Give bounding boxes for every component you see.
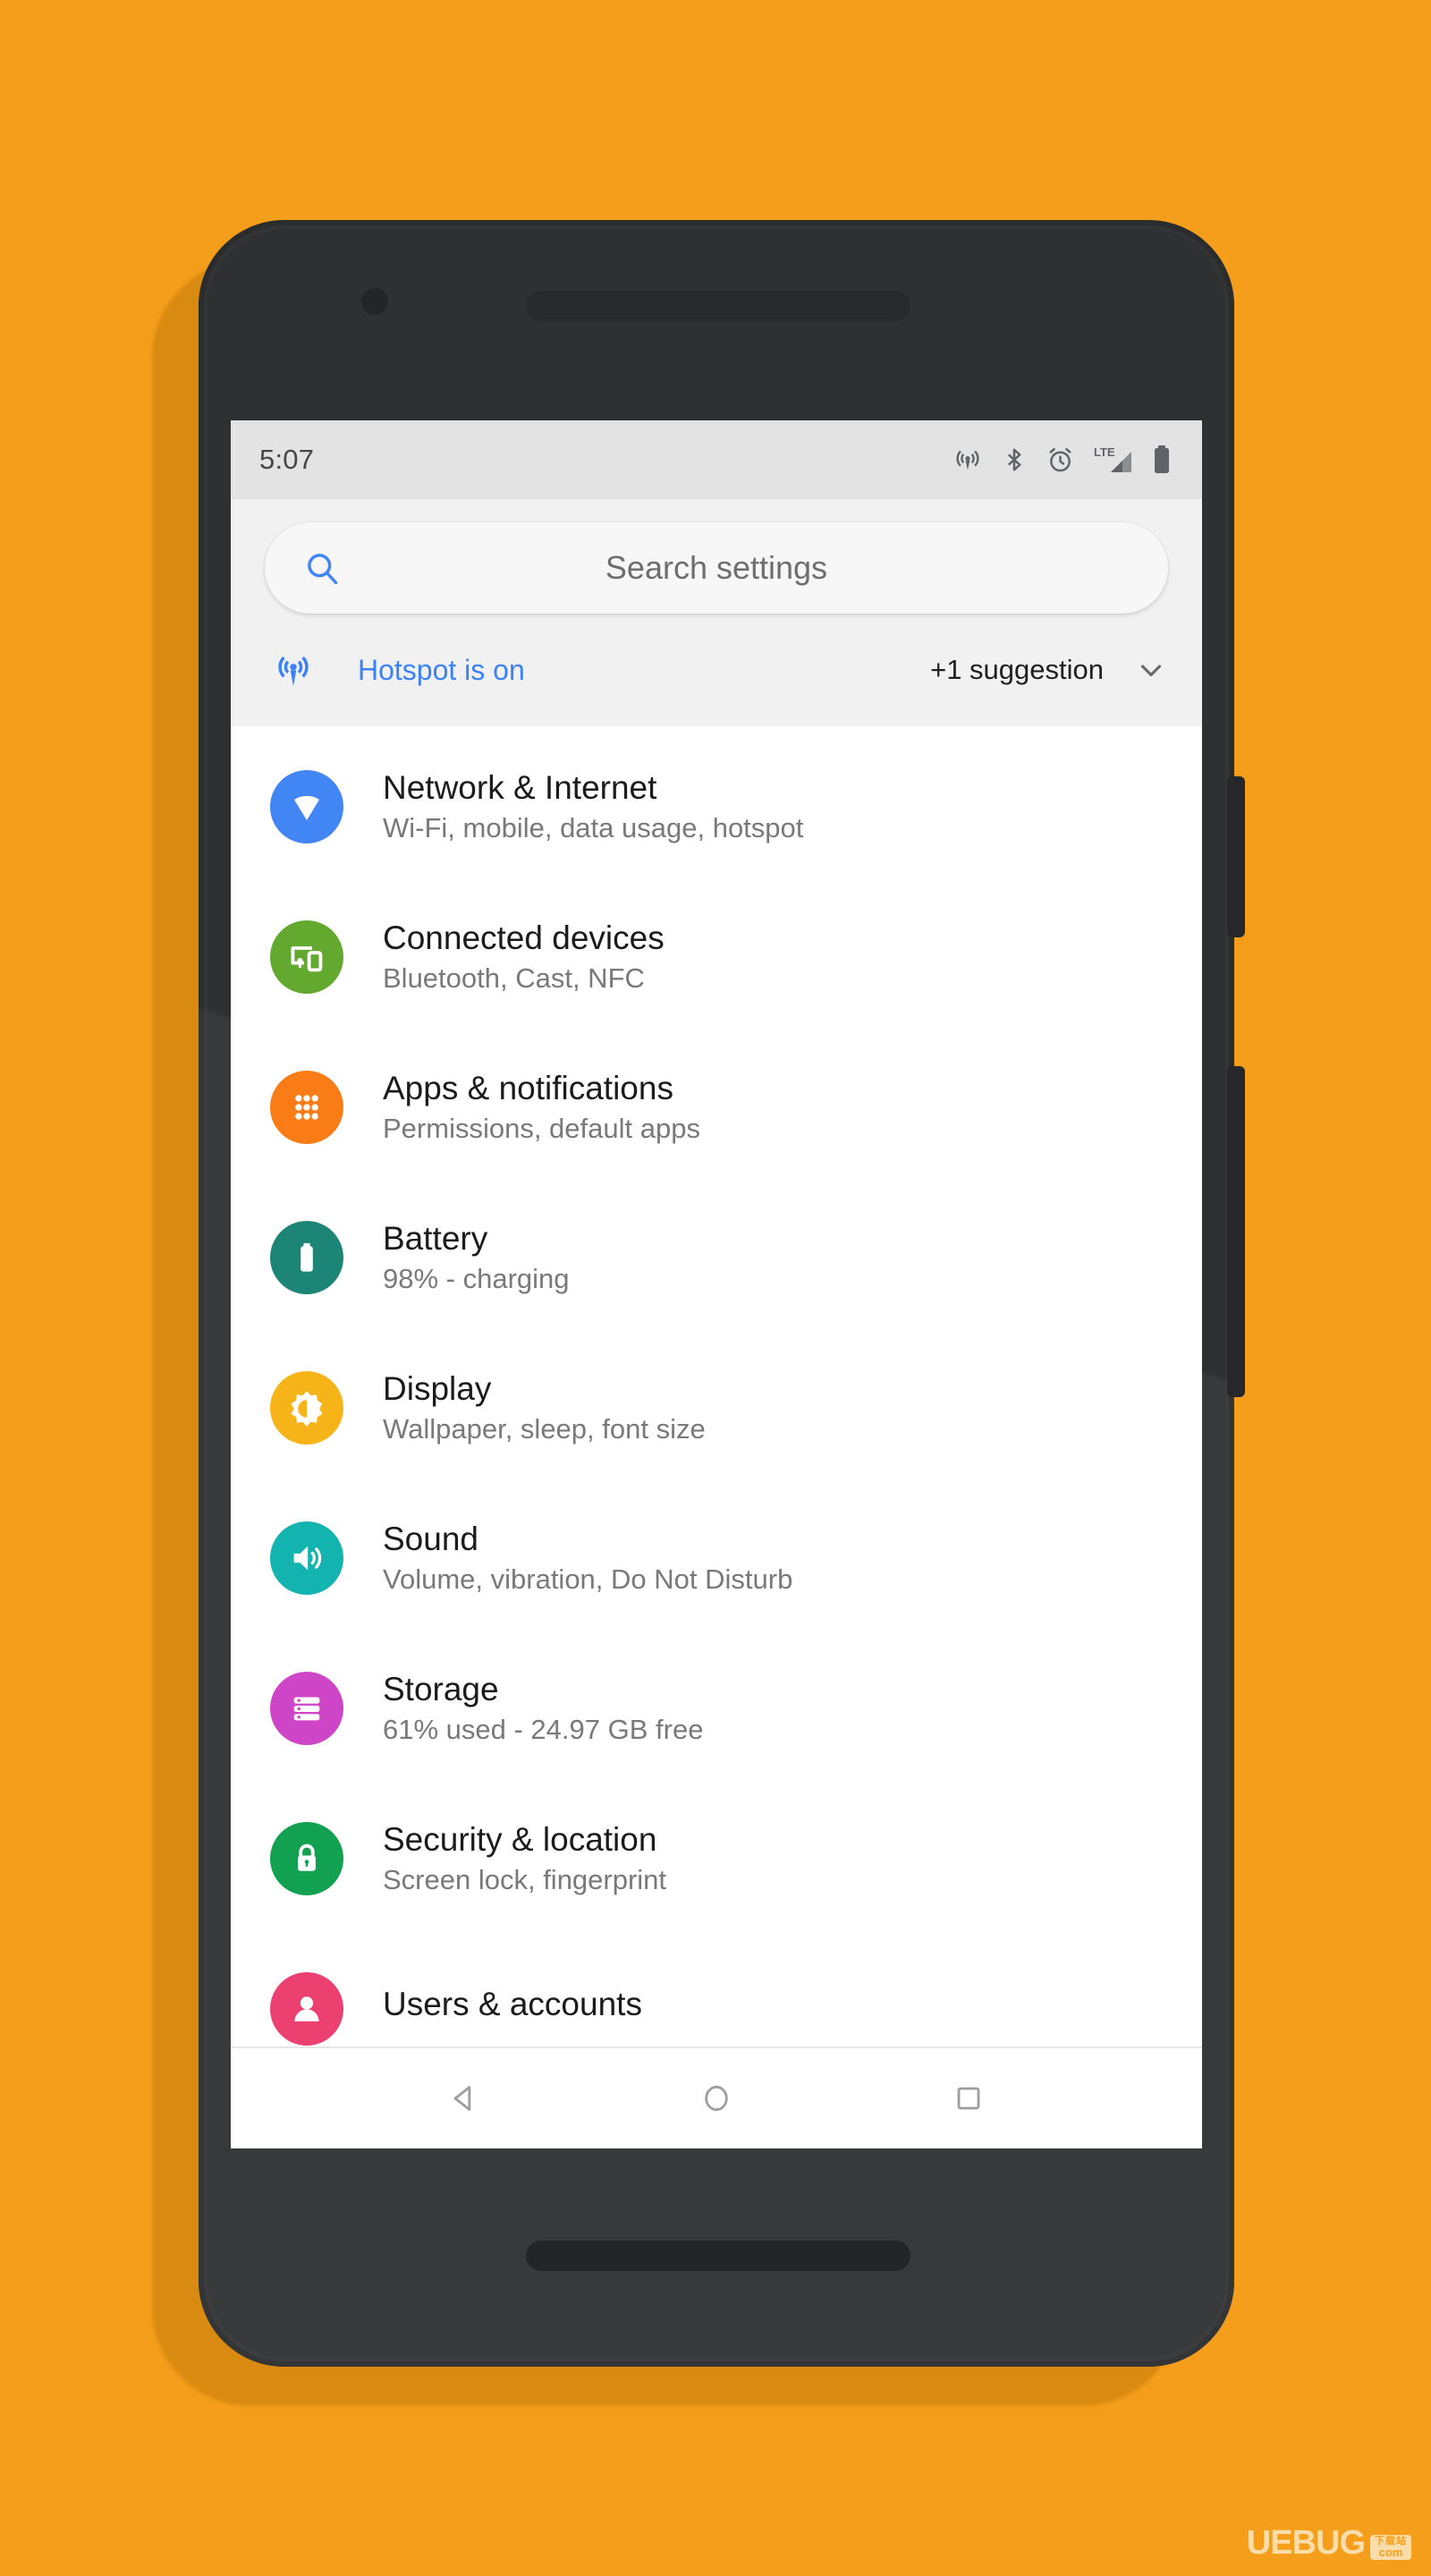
account-icon	[270, 1972, 343, 2046]
camera-dot-icon	[361, 288, 388, 315]
settings-item-title: Connected devices	[383, 919, 665, 956]
lte-signal-icon: LTE	[1093, 445, 1134, 475]
settings-item-subtitle: 61% used - 24.97 GB free	[383, 1713, 704, 1745]
search-region: Search settings Hotspot is on +1 suggest…	[231, 499, 1202, 726]
hotspot-icon	[953, 445, 983, 475]
settings-item-title: Network & Internet	[383, 768, 657, 806]
settings-item-title: Security & location	[383, 1820, 657, 1858]
watermark-badge: 下载站 com	[1370, 2535, 1411, 2560]
settings-item-connected-devices[interactable]: Connected devices Bluetooth, Cast, NFC	[231, 882, 1202, 1032]
settings-item-title: Apps & notifications	[383, 1069, 673, 1106]
battery-icon	[270, 1221, 343, 1294]
settings-item-storage[interactable]: Storage 61% used - 24.97 GB free	[231, 1633, 1202, 1784]
home-icon[interactable]	[692, 2074, 741, 2123]
apps-grid-icon	[270, 1071, 343, 1144]
recents-icon[interactable]	[944, 2074, 993, 2123]
settings-item-network[interactable]: Network & Internet Wi-Fi, mobile, data u…	[231, 732, 1202, 882]
bluetooth-icon	[1001, 445, 1028, 475]
status-clock: 5:07	[259, 444, 315, 475]
earpiece-speaker-icon	[526, 291, 910, 321]
brightness-icon	[270, 1371, 343, 1445]
navigation-bar	[231, 2046, 1202, 2148]
settings-item-apps[interactable]: Apps & notifications Permissions, defaul…	[231, 1032, 1202, 1182]
volume-button[interactable]	[1227, 1066, 1245, 1397]
settings-item-display[interactable]: Display Wallpaper, sleep, font size	[231, 1333, 1202, 1483]
page-background: 5:07 LTE Search settings Hotspot is on +…	[0, 0, 1431, 2576]
status-bar: 5:07 LTE	[231, 420, 1202, 499]
suggestion-count: +1 suggestion	[930, 654, 1104, 685]
settings-item-title: Sound	[383, 1520, 478, 1557]
back-icon[interactable]	[440, 2074, 488, 2123]
status-icon-group: LTE	[953, 445, 1172, 475]
watermark-badge-bottom: com	[1378, 2546, 1403, 2559]
devices-icon	[270, 920, 343, 994]
settings-item-subtitle: Wi-Fi, mobile, data usage, hotspot	[383, 811, 804, 843]
hotspot-icon	[270, 647, 317, 693]
settings-item-title: Storage	[383, 1670, 499, 1707]
settings-item-subtitle: Screen lock, fingerprint	[383, 1863, 667, 1895]
search-icon	[302, 548, 342, 588]
suggestion-row[interactable]: Hotspot is on +1 suggestion	[231, 614, 1202, 726]
battery-icon	[1152, 445, 1172, 475]
power-button[interactable]	[1227, 776, 1245, 937]
phone-screen: 5:07 LTE Search settings Hotspot is on +…	[231, 420, 1202, 2148]
alarm-icon	[1046, 445, 1075, 475]
settings-item-battery[interactable]: Battery 98% - charging	[231, 1182, 1202, 1333]
settings-item-subtitle: Permissions, default apps	[383, 1112, 700, 1144]
settings-item-title: Battery	[383, 1219, 488, 1257]
settings-item-users[interactable]: Users & accounts	[231, 1934, 1202, 2046]
settings-item-subtitle: Wallpaper, sleep, font size	[383, 1412, 706, 1445]
watermark-text: UEBUG	[1246, 2524, 1366, 2562]
settings-item-title: Display	[383, 1369, 492, 1407]
settings-list: Network & Internet Wi-Fi, mobile, data u…	[231, 726, 1202, 2046]
settings-item-security[interactable]: Security & location Screen lock, fingerp…	[231, 1784, 1202, 1934]
bottom-speaker-icon	[526, 2241, 910, 2271]
settings-item-subtitle: Volume, vibration, Do Not Disturb	[383, 1563, 793, 1595]
settings-item-title: Users & accounts	[383, 1986, 642, 2023]
settings-item-subtitle: Bluetooth, Cast, NFC	[383, 962, 645, 994]
wifi-icon	[270, 770, 343, 843]
site-watermark: UEBUG 下载站 com	[1247, 2526, 1411, 2560]
settings-item-sound[interactable]: Sound Volume, vibration, Do Not Disturb	[231, 1483, 1202, 1633]
search-placeholder-text: Search settings	[605, 549, 828, 586]
chevron-down-icon[interactable]	[1134, 653, 1168, 687]
svg-text:LTE: LTE	[1094, 445, 1115, 459]
storage-icon	[270, 1672, 343, 1745]
suggestion-label: Hotspot is on	[358, 653, 525, 686]
lock-icon	[270, 1822, 343, 1895]
search-input[interactable]: Search settings	[265, 522, 1168, 614]
settings-item-subtitle: 98% - charging	[383, 1262, 570, 1294]
volume-icon	[270, 1521, 343, 1595]
